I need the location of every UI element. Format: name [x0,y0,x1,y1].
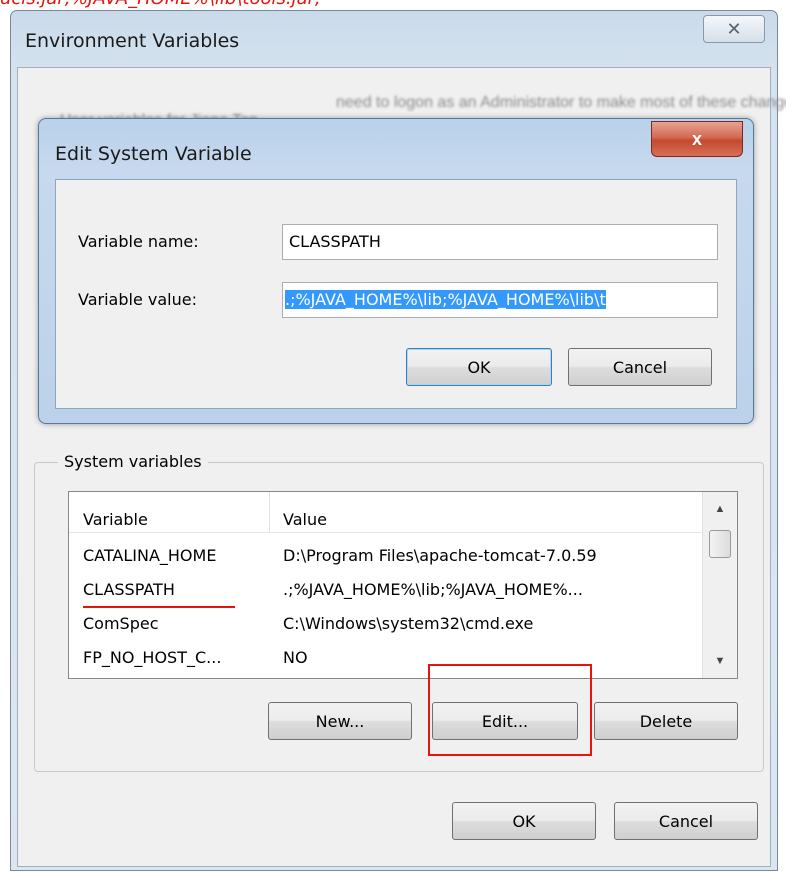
dialog-cancel-button[interactable]: Cancel [568,348,712,386]
row-variable: CATALINA_HOME [83,546,217,565]
row-value: D:\Program Files\apache-tomcat-7.0.59 [283,546,597,565]
selected-value-text: .;%JAVA_HOME%\lib;%JAVA_HOME%\lib\t [285,290,606,309]
dialog-client-area: Variable name: CLASSPATH Variable value:… [55,179,737,409]
system-variables-list[interactable]: Variable Value CATALINA_HOME D:\Program … [68,491,738,679]
vertical-scrollbar[interactable]: ▲ ▼ [702,492,737,678]
new-button[interactable]: New... [268,702,412,740]
column-separator[interactable] [269,492,270,532]
list-header: Variable Value [69,492,705,533]
edit-system-variable-dialog: Edit System Variable x Variable name: CL… [38,118,754,424]
row-variable: ComSpec [83,614,159,633]
variable-name-field[interactable]: CLASSPATH [282,224,718,260]
dialog-ok-button[interactable]: OK [406,348,552,386]
delete-button[interactable]: Delete [594,702,738,740]
system-variables-label: System variables [58,452,208,471]
list-row[interactable]: FP_NO_HOST_C... NO [69,644,705,672]
close-icon[interactable]: x [651,121,743,157]
list-row[interactable]: ComSpec C:\Windows\system32\cmd.exe [69,610,705,638]
edit-highlight-annotation [428,664,592,756]
admin-notice-text: need to logon as an Administrator to mak… [336,94,786,111]
row-value: C:\Windows\system32\cmd.exe [283,614,534,633]
row-variable: CLASSPATH [83,580,175,599]
variable-value-field[interactable]: .;%JAVA_HOME%\lib;%JAVA_HOME%\lib\t [282,282,718,318]
list-row[interactable]: CATALINA_HOME D:\Program Files\apache-to… [69,542,705,570]
ok-button[interactable]: OK [452,802,596,840]
row-value: NO [283,648,308,667]
row-variable: FP_NO_HOST_C... [83,648,222,667]
cancel-button[interactable]: Cancel [614,802,758,840]
column-header-value[interactable]: Value [283,510,327,529]
scroll-up-icon[interactable]: ▲ [707,496,733,522]
scroll-down-icon[interactable]: ▼ [707,648,733,674]
dialog-title: Edit System Variable [55,143,252,165]
red-underline-annotation [83,606,235,608]
column-header-variable[interactable]: Variable [83,510,148,529]
window-title: Environment Variables [25,30,240,52]
variable-name-label: Variable name: [78,232,199,251]
row-value: .;%JAVA_HOME%\lib;%JAVA_HOME%... [283,580,583,599]
close-icon[interactable]: ✕ [703,15,765,43]
scrollbar-thumb[interactable] [709,530,731,558]
variable-value-label: Variable value: [78,290,197,309]
list-row-classpath[interactable]: CLASSPATH .;%JAVA_HOME%\lib;%JAVA_HOME%.… [69,576,705,608]
